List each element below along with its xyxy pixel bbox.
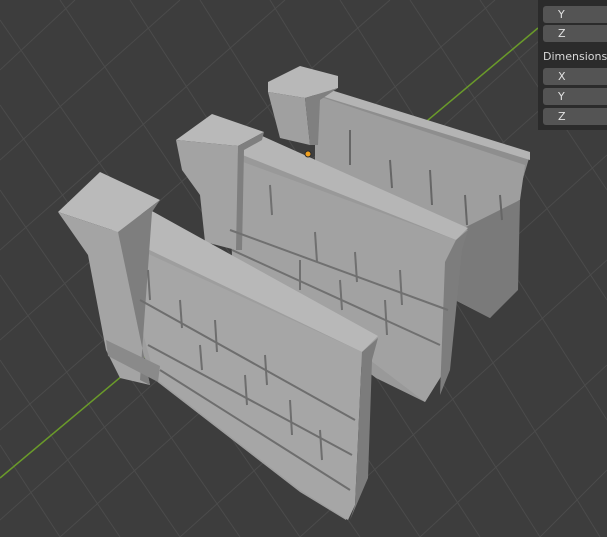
location-z-field[interactable]: Z: [543, 25, 607, 42]
location-z-label: Z: [558, 27, 566, 40]
dimension-y-label: Y: [558, 90, 565, 103]
dimension-x-field[interactable]: X: [543, 68, 607, 85]
object-origin-dot[interactable]: [304, 150, 312, 158]
location-y-label: Y: [558, 8, 565, 21]
3d-viewport[interactable]: [0, 0, 607, 537]
dimensions-heading: Dimensions: [543, 50, 607, 63]
location-y-field[interactable]: Y: [543, 6, 607, 23]
dimension-z-label: Z: [558, 110, 566, 123]
dimension-x-label: X: [558, 70, 566, 83]
properties-panel: Y Z Dimensions X Y Z: [538, 0, 607, 130]
dimension-z-field[interactable]: Z: [543, 108, 607, 125]
dimension-y-field[interactable]: Y: [543, 88, 607, 105]
